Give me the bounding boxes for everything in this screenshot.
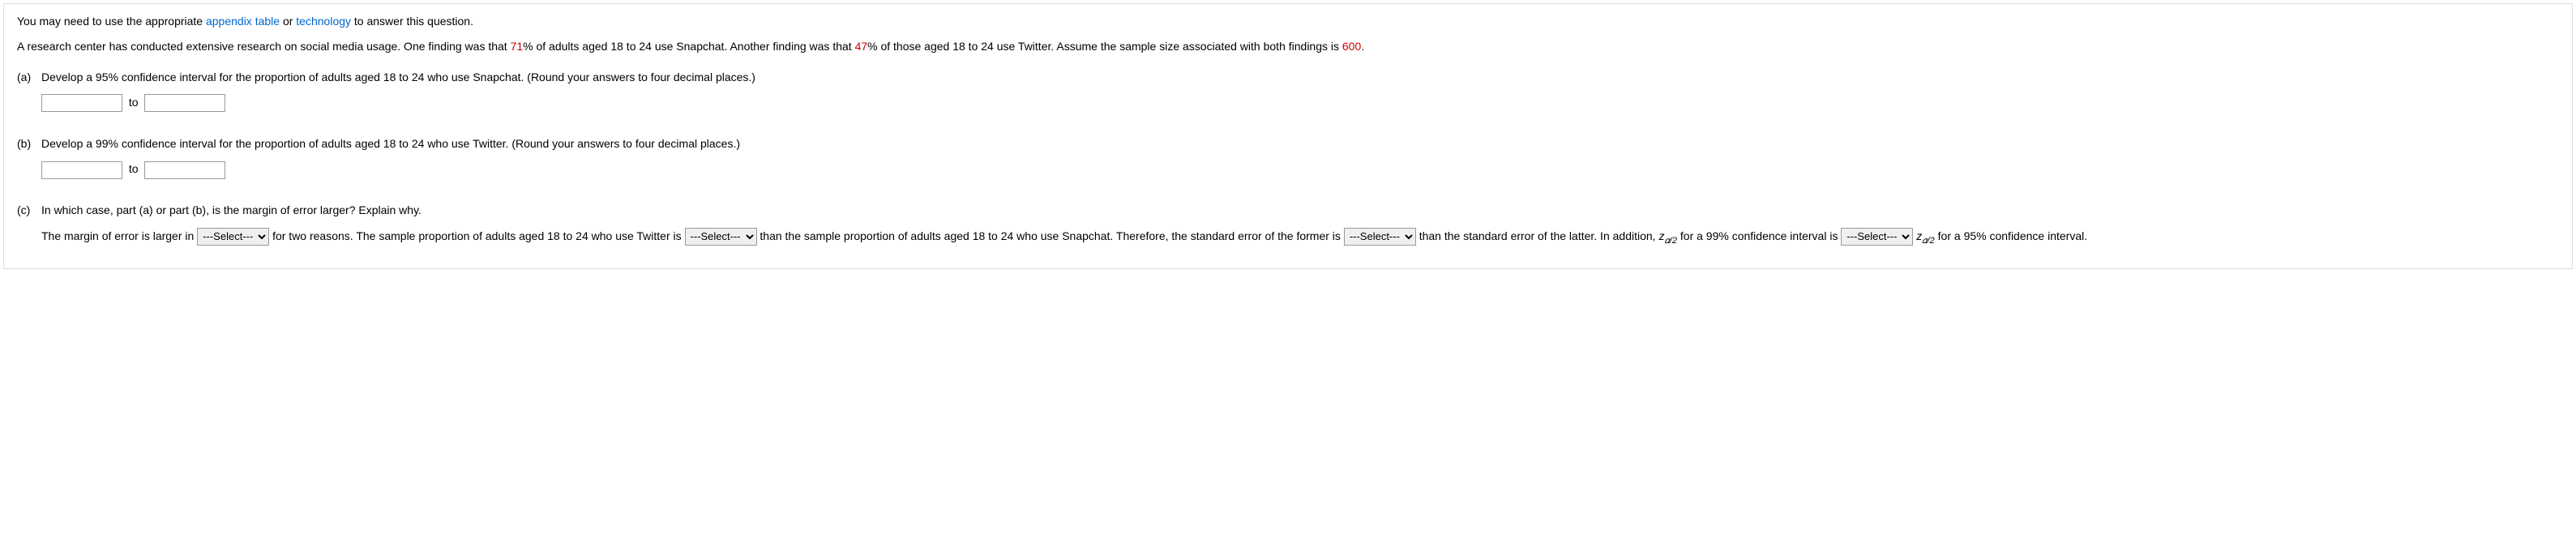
context-s1: A research center has conducted extensiv… bbox=[17, 40, 511, 53]
c-p6: for a 95% confidence interval. bbox=[1938, 229, 2087, 242]
part-a-upper-input[interactable] bbox=[144, 94, 225, 112]
part-b-lower-input[interactable] bbox=[41, 161, 122, 179]
part-c-label: (c) bbox=[17, 203, 41, 219]
context-s4: . bbox=[1361, 40, 1364, 53]
part-b-text: Develop a 99% confidence interval for th… bbox=[41, 136, 2559, 152]
z-alpha-2-sub: 𝛼/2 bbox=[1922, 235, 1935, 245]
part-c-body: The margin of error is larger in ---Sele… bbox=[41, 225, 2559, 250]
question-container: You may need to use the appropriate appe… bbox=[3, 3, 2573, 269]
intro-post: to answer this question. bbox=[351, 15, 473, 28]
part-a: (a) Develop a 95% confidence interval fo… bbox=[17, 70, 2559, 113]
part-a-label: (a) bbox=[17, 70, 41, 86]
part-a-text: Develop a 95% confidence interval for th… bbox=[41, 70, 2559, 86]
intro-text: You may need to use the appropriate appe… bbox=[17, 14, 2559, 30]
part-a-body: to bbox=[41, 92, 2559, 113]
c-select-1[interactable]: ---Select--- bbox=[197, 228, 269, 246]
part-a-to: to bbox=[129, 96, 139, 109]
part-b-body: to bbox=[41, 158, 2559, 180]
part-c-text: In which case, part (a) or part (b), is … bbox=[41, 203, 2559, 219]
part-b-label: (b) bbox=[17, 136, 41, 152]
z-alpha-1-sub: 𝛼/2 bbox=[1664, 235, 1677, 245]
part-b-upper-input[interactable] bbox=[144, 161, 225, 179]
part-c-header: (c) In which case, part (a) or part (b),… bbox=[17, 203, 2559, 219]
c-p5: for a 99% confidence interval is bbox=[1680, 229, 1841, 242]
context-text: A research center has conducted extensiv… bbox=[17, 38, 2559, 55]
context-s2: % of adults aged 18 to 24 use Snapchat. … bbox=[523, 40, 854, 53]
c-p1: The margin of error is larger in bbox=[41, 229, 197, 242]
c-p3: than the sample proportion of adults age… bbox=[760, 229, 1343, 242]
part-a-lower-input[interactable] bbox=[41, 94, 122, 112]
c-p4: than the standard error of the latter. I… bbox=[1419, 229, 1659, 242]
part-a-header: (a) Develop a 95% confidence interval fo… bbox=[17, 70, 2559, 86]
pct-twitter: 47 bbox=[855, 40, 868, 53]
context-s3: % of those aged 18 to 24 use Twitter. As… bbox=[867, 40, 1342, 53]
c-select-4[interactable]: ---Select--- bbox=[1841, 228, 1913, 246]
part-b: (b) Develop a 99% confidence interval fo… bbox=[17, 136, 2559, 180]
part-b-to: to bbox=[129, 162, 139, 175]
sample-size: 600 bbox=[1342, 40, 1361, 53]
c-select-2[interactable]: ---Select--- bbox=[685, 228, 757, 246]
pct-snapchat: 71 bbox=[511, 40, 524, 53]
c-select-3[interactable]: ---Select--- bbox=[1344, 228, 1416, 246]
part-c: (c) In which case, part (a) or part (b),… bbox=[17, 203, 2559, 249]
appendix-table-link[interactable]: appendix table bbox=[206, 15, 280, 28]
part-b-header: (b) Develop a 99% confidence interval fo… bbox=[17, 136, 2559, 152]
c-p2: for two reasons. The sample proportion o… bbox=[272, 229, 684, 242]
intro-pre: You may need to use the appropriate bbox=[17, 15, 206, 28]
technology-link[interactable]: technology bbox=[296, 15, 351, 28]
intro-mid: or bbox=[280, 15, 296, 28]
